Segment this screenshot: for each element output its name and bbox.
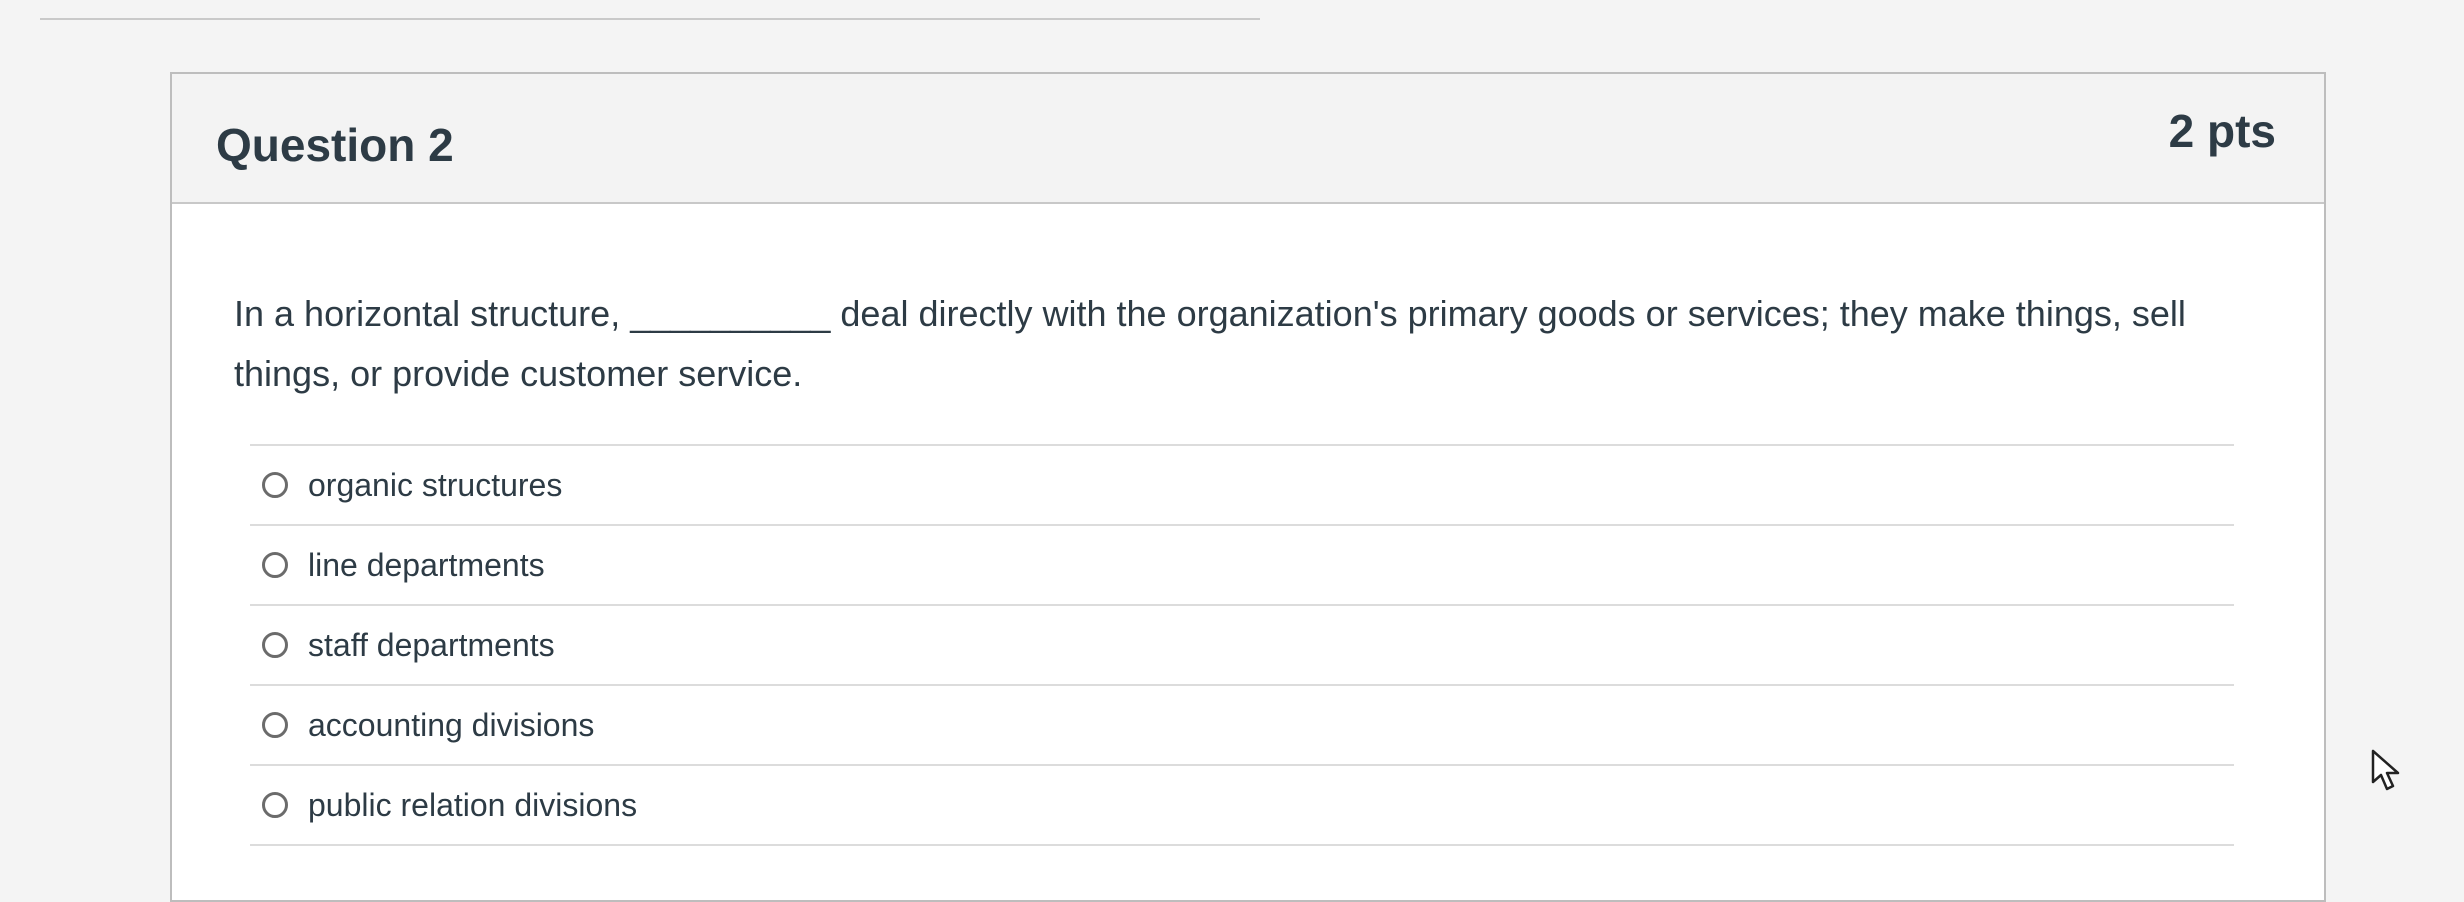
answer-label: accounting divisions (308, 706, 595, 743)
question-title: Question 2 (216, 119, 454, 171)
question-header: Question 2 2 pts (172, 74, 2324, 204)
answer-option[interactable]: organic structures (250, 446, 2234, 526)
question-points: 2 pts (2168, 105, 2276, 157)
answer-label: organic structures (308, 466, 563, 503)
answer-list: organic structures line departments staf… (250, 444, 2234, 846)
radio-button-icon[interactable] (262, 712, 288, 738)
question-card: Question 2 2 pts In a horizontal structu… (170, 72, 2326, 902)
radio-button-icon[interactable] (262, 632, 288, 658)
radio-button-icon[interactable] (262, 552, 288, 578)
answer-label: line departments (308, 546, 545, 583)
mouse-pointer-icon (2371, 749, 2400, 791)
question-text: In a horizontal structure, __________ de… (234, 293, 2186, 394)
answer-option[interactable]: line departments (250, 526, 2234, 606)
answer-label: staff departments (308, 626, 555, 663)
answer-option[interactable]: staff departments (250, 606, 2234, 686)
top-divider (40, 18, 1260, 20)
radio-button-icon[interactable] (262, 472, 288, 498)
answer-option[interactable]: public relation divisions (250, 766, 2234, 846)
answer-option[interactable]: accounting divisions (250, 686, 2234, 766)
question-body: In a horizontal structure, __________ de… (172, 204, 2324, 846)
answer-label: public relation divisions (308, 786, 638, 823)
radio-button-icon[interactable] (262, 792, 288, 818)
